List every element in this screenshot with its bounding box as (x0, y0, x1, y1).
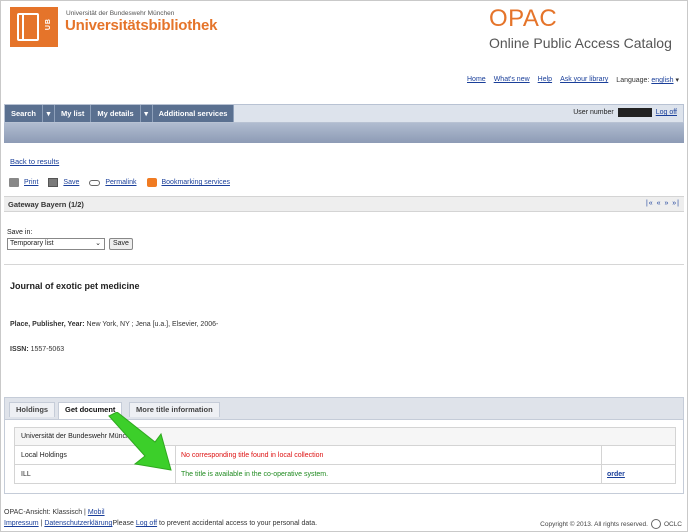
save-link[interactable]: Save (63, 179, 79, 186)
footer-separator: | (40, 520, 43, 527)
menu-search[interactable]: Search (5, 105, 44, 122)
language-label: Language: (616, 77, 650, 84)
view-classic: Klassisch (52, 509, 83, 516)
footer-logoff-link[interactable]: Log off (136, 520, 157, 527)
user-number-label: User number (573, 109, 614, 116)
save-button[interactable]: Save (109, 238, 133, 250)
logo-text: UB (45, 18, 52, 31)
footer-privacy-note: to prevent accidental access to your per… (159, 520, 318, 527)
permalink-link[interactable]: Permalink (105, 179, 136, 186)
bookmarking-link[interactable]: Bookmarking services (162, 179, 230, 186)
bookmarking-tool[interactable]: Bookmarking services (146, 178, 230, 187)
main-menu-bar: Search ▾ My list My details ▾ Additional… (4, 104, 684, 123)
logoff-link[interactable]: Log off (656, 109, 677, 116)
green-arrow-annotation (108, 412, 172, 471)
top-navigation: Home What's new Help Ask your library La… (467, 76, 679, 84)
save-list-select[interactable]: Temporary list ⌄ (7, 238, 105, 250)
view-separator: | (84, 509, 86, 516)
library-name: Universitätsbibliothek (65, 17, 218, 34)
save-in-label: Save in: (7, 229, 33, 236)
language-link[interactable]: english (651, 77, 673, 84)
save-tool[interactable]: Save (48, 178, 79, 187)
floppy-disk-icon (48, 178, 59, 187)
gateway-bar: Gateway Bayern (1/2) |« « » »| (4, 196, 684, 212)
back-to-results-link[interactable]: Back to results (10, 157, 59, 166)
copyright-text: Copyright © 2013. All rights reserved. (540, 520, 648, 528)
permalink-tool[interactable]: Permalink (89, 179, 137, 186)
order-link[interactable]: order (607, 471, 625, 478)
menu-my-details[interactable]: My details (91, 105, 141, 122)
issn-label: ISSN: (10, 346, 29, 353)
chevron-down-icon[interactable]: ▾ (675, 77, 679, 84)
record-title: Journal of exotic pet medicine (10, 281, 140, 291)
publisher-line: Place, Publisher, Year: New York, NY ; J… (10, 321, 218, 328)
library-logo[interactable]: UB (10, 7, 58, 47)
whats-new-link[interactable]: What's new (494, 76, 530, 84)
oclc-logo-icon (650, 519, 661, 529)
divider (4, 264, 684, 265)
opac-title: OPAC (489, 5, 558, 32)
chain-link-icon (89, 179, 101, 186)
view-label: OPAC-Ansicht: (4, 509, 51, 516)
user-info: User number Log off (573, 108, 677, 117)
save-list-selected: Temporary list (10, 240, 54, 247)
details-dropdown-icon[interactable]: ▾ (140, 105, 153, 122)
menu-additional-services[interactable]: Additional services (152, 105, 235, 122)
help-link[interactable]: Help (538, 76, 552, 84)
issn-value: 1557-5063 (30, 346, 65, 353)
footer-links: Impressum | DatenschutzerklärungPlease L… (4, 520, 317, 527)
print-tool[interactable]: Print (9, 178, 38, 187)
row-action: order (601, 465, 675, 483)
user-number-redacted (617, 108, 652, 117)
row-status: No corresponding title found in local co… (175, 446, 601, 464)
impressum-link[interactable]: Impressum (4, 520, 39, 527)
view-switcher: OPAC-Ansicht: Klassisch | Mobil (4, 509, 105, 516)
footer-please: Please (112, 520, 134, 527)
issn-line: ISSN: 1557-5063 (10, 346, 64, 353)
chevron-down-icon: ⌄ (95, 240, 101, 247)
search-dropdown-icon[interactable]: ▾ (43, 105, 56, 122)
privacy-link[interactable]: Datenschutzerklärung (44, 520, 112, 527)
result-pager[interactable]: |« « » »| (646, 200, 680, 207)
language-selector: Language: english ▾ (616, 76, 679, 84)
tab-holdings[interactable]: Holdings (9, 402, 56, 417)
bookmark-share-icon (146, 178, 157, 187)
menu-band (4, 123, 684, 143)
copyright: Copyright © 2013. All rights reserved. O… (540, 519, 682, 529)
publisher-value: New York, NY ; Jena [u.a.], Elsevier, 20… (86, 321, 219, 328)
menu-my-list[interactable]: My list (55, 105, 92, 122)
row-action (601, 446, 675, 464)
opac-subtitle: Online Public Access Catalog (489, 35, 672, 51)
printer-icon (9, 178, 19, 187)
home-link[interactable]: Home (467, 76, 486, 84)
row-status: The title is available in the co-operati… (175, 465, 601, 483)
print-link[interactable]: Print (24, 179, 38, 186)
publisher-label: Place, Publisher, Year: (10, 321, 85, 328)
gateway-title: Gateway Bayern (1/2) (8, 200, 84, 209)
ask-library-link[interactable]: Ask your library (560, 76, 608, 84)
oclc-label: OCLC (663, 520, 682, 528)
university-name-small: Universität der Bundeswehr München (66, 10, 175, 17)
book-icon (17, 13, 39, 41)
view-mobile-link[interactable]: Mobil (88, 509, 105, 516)
record-toolbar: Print Save Permalink Bookmarking service… (9, 178, 240, 187)
save-in-row: Temporary list ⌄ Save (7, 238, 133, 250)
